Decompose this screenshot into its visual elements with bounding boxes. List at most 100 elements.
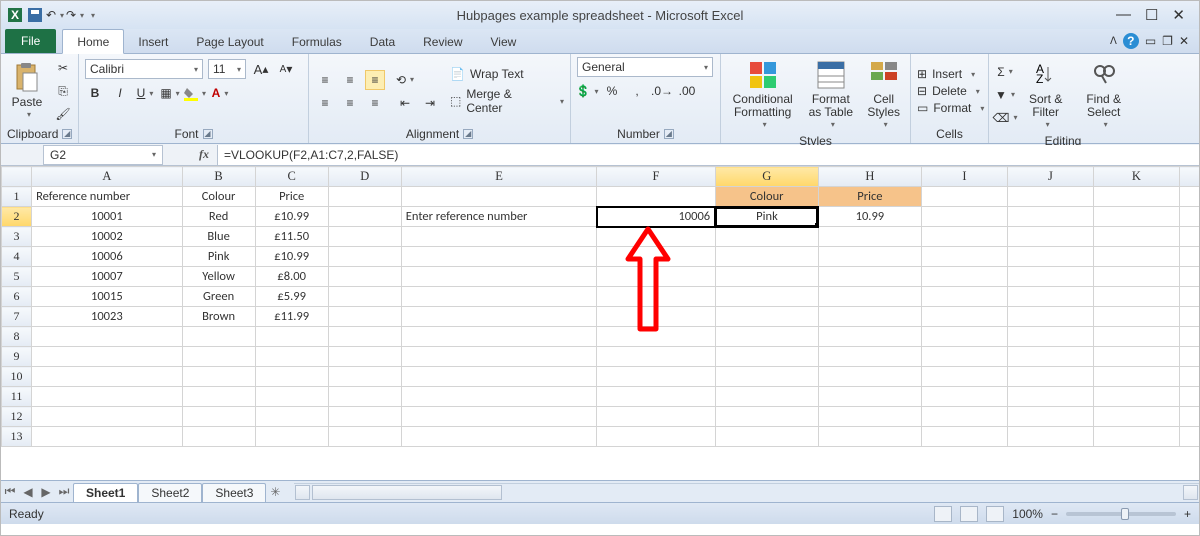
normal-view-icon[interactable]: [934, 506, 952, 522]
sheet-tab-3[interactable]: Sheet3: [202, 483, 266, 502]
number-dialog-icon[interactable]: ◢: [664, 129, 674, 139]
select-all-corner[interactable]: [2, 167, 32, 187]
tab-file[interactable]: File: [5, 29, 56, 53]
orientation-icon[interactable]: ⟲▾: [395, 70, 415, 90]
qat-customize-icon[interactable]: ▾: [91, 11, 95, 20]
format-table-icon: [815, 59, 847, 91]
scroll-right-icon[interactable]: [1183, 485, 1198, 500]
format-as-table-button[interactable]: Format as Table▾: [804, 57, 857, 132]
font-dialog-icon[interactable]: ◢: [203, 129, 213, 139]
comma-icon[interactable]: ,: [627, 81, 647, 101]
number-format-select[interactable]: General▾: [577, 57, 713, 77]
table-row: 10: [2, 367, 1200, 387]
window-restore-icon[interactable]: ❐: [1162, 34, 1173, 48]
font-name-select[interactable]: Calibri▾: [85, 59, 203, 79]
window-close-icon[interactable]: ✕: [1179, 34, 1189, 48]
align-center-icon[interactable]: ≡: [340, 93, 360, 113]
cut-icon[interactable]: ✂: [53, 58, 73, 78]
align-top-icon[interactable]: ≡: [315, 70, 335, 90]
clipboard-dialog-icon[interactable]: ◢: [62, 129, 72, 139]
format-painter-icon[interactable]: 🖌: [53, 104, 73, 124]
fill-icon[interactable]: ▼▾: [995, 85, 1015, 105]
group-alignment: ≡ ≡ ≡ ≡ ≡ ≡ ⟲▾ ⇤ ⇥ 📄Wrap Text ⬚M: [309, 54, 571, 143]
decrease-font-icon[interactable]: A▾: [276, 59, 296, 79]
increase-decimal-icon[interactable]: .0→: [652, 81, 672, 101]
fill-color-button[interactable]: ▾: [185, 83, 205, 103]
decrease-decimal-icon[interactable]: .00: [677, 81, 697, 101]
title-bar: X ↶▾ ↷▾ ▾ Hubpages example spreadsheet -…: [1, 1, 1199, 29]
format-cells-button[interactable]: ▭Format▾: [917, 101, 984, 115]
autosum-icon[interactable]: Σ▾: [995, 62, 1015, 82]
align-bottom-icon[interactable]: ≡: [365, 70, 385, 90]
tab-page-layout[interactable]: Page Layout: [182, 30, 277, 53]
group-clipboard: Paste▾ ✂ ⎘ 🖌 Clipboard◢: [1, 54, 79, 143]
close-button[interactable]: ✕: [1172, 6, 1185, 24]
increase-indent-icon[interactable]: ⇥: [420, 93, 440, 113]
decrease-indent-icon[interactable]: ⇤: [395, 93, 415, 113]
sheet-nav-first-icon[interactable]: ⏮: [1, 484, 19, 499]
insert-cells-button[interactable]: ⊞Insert▾: [917, 67, 984, 81]
horizontal-scrollbar[interactable]: [294, 483, 1199, 500]
sheet-nav-next-icon[interactable]: ▶: [37, 485, 55, 499]
delete-cells-button[interactable]: ⊟Delete▾: [917, 84, 984, 98]
underline-button[interactable]: U▾: [135, 83, 155, 103]
clear-icon[interactable]: ⌫▾: [995, 108, 1015, 128]
bold-button[interactable]: B: [85, 83, 105, 103]
align-left-icon[interactable]: ≡: [315, 93, 335, 113]
table-row: 9: [2, 347, 1200, 367]
paste-icon: [11, 62, 43, 94]
sheet-nav-prev-icon[interactable]: ◀: [19, 485, 37, 499]
font-size-select[interactable]: 11▾: [208, 59, 246, 79]
border-button[interactable]: ▦▾: [160, 83, 180, 103]
fx-icon[interactable]: fx: [191, 147, 217, 162]
tab-insert[interactable]: Insert: [124, 30, 182, 53]
align-right-icon[interactable]: ≡: [365, 93, 385, 113]
accounting-format-icon[interactable]: 💲▾: [577, 81, 597, 101]
page-break-view-icon[interactable]: [986, 506, 1004, 522]
column-headers[interactable]: ABCDEFGHIJKL: [2, 167, 1200, 187]
wrap-text-button[interactable]: 📄Wrap Text: [450, 67, 564, 81]
page-layout-view-icon[interactable]: [960, 506, 978, 522]
window-min-icon[interactable]: ▭: [1145, 34, 1156, 48]
undo-icon[interactable]: ↶▾: [47, 7, 63, 23]
copy-icon[interactable]: ⎘: [53, 81, 73, 101]
new-sheet-icon[interactable]: ✳: [266, 485, 284, 499]
minimize-button[interactable]: —: [1116, 6, 1131, 24]
minimize-ribbon-icon[interactable]: ᐱ: [1110, 36, 1117, 47]
tab-formulas[interactable]: Formulas: [278, 30, 356, 53]
italic-button[interactable]: I: [110, 83, 130, 103]
tab-home[interactable]: Home: [62, 29, 124, 54]
redo-icon[interactable]: ↷▾: [67, 7, 83, 23]
align-middle-icon[interactable]: ≡: [340, 70, 360, 90]
scroll-thumb[interactable]: [312, 485, 502, 500]
sort-filter-button[interactable]: AZSort & Filter▾: [1021, 57, 1070, 132]
zoom-in-icon[interactable]: +: [1184, 507, 1191, 521]
find-select-button[interactable]: Find & Select▾: [1076, 57, 1131, 132]
zoom-level[interactable]: 100%: [1012, 507, 1043, 521]
formula-input[interactable]: =VLOOKUP(F2,A1:C7,2,FALSE): [217, 145, 1199, 165]
name-box[interactable]: G2▾: [43, 145, 163, 165]
tab-view[interactable]: View: [477, 30, 531, 53]
help-icon[interactable]: ?: [1123, 33, 1139, 49]
sheet-nav-last-icon[interactable]: ⏭: [55, 484, 73, 499]
maximize-button[interactable]: ☐: [1145, 6, 1158, 24]
tab-data[interactable]: Data: [356, 30, 409, 53]
increase-font-icon[interactable]: A▴: [251, 59, 271, 79]
paste-button[interactable]: Paste▾: [7, 60, 47, 122]
find-icon: [1088, 59, 1120, 91]
zoom-slider[interactable]: [1066, 512, 1176, 516]
font-color-button[interactable]: A▾: [210, 83, 230, 103]
spreadsheet-grid[interactable]: ABCDEFGHIJKL 1 Reference numberColourPri…: [1, 166, 1199, 480]
cell-styles-button[interactable]: Cell Styles▾: [863, 57, 904, 132]
alignment-dialog-icon[interactable]: ◢: [463, 129, 473, 139]
tab-review[interactable]: Review: [409, 30, 476, 53]
save-icon[interactable]: [27, 7, 43, 23]
percent-icon[interactable]: %: [602, 81, 622, 101]
sheet-tab-2[interactable]: Sheet2: [138, 483, 202, 502]
conditional-formatting-button[interactable]: Conditional Formatting▾: [727, 57, 798, 132]
sheet-tab-1[interactable]: Sheet1: [73, 483, 138, 502]
merge-center-button[interactable]: ⬚Merge & Center▾: [450, 87, 564, 115]
insert-icon: ⊞: [917, 67, 927, 81]
zoom-out-icon[interactable]: −: [1051, 507, 1058, 521]
scroll-left-icon[interactable]: [295, 485, 310, 500]
